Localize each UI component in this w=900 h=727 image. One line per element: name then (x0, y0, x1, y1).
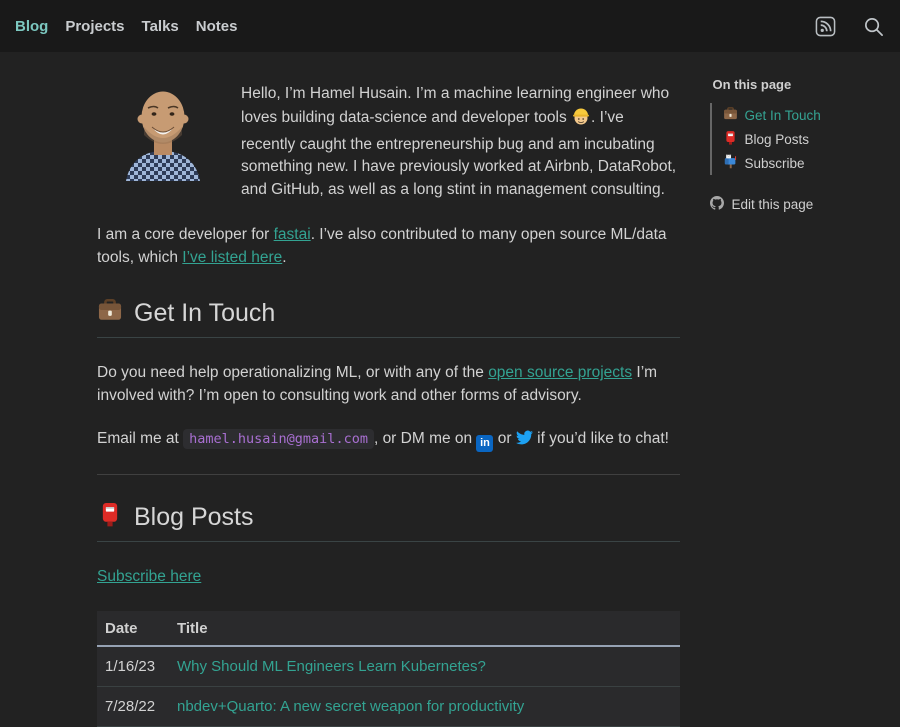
toc-item-label: Blog Posts (744, 132, 809, 147)
heading-text: Blog Posts (134, 503, 254, 532)
col-header-date: Date (97, 611, 169, 646)
blog-posts-table: Date Title 1/16/23 Why Should ML Enginee… (97, 611, 680, 727)
table-row: 7/28/22 nbdev+Quarto: A new secret weapo… (97, 686, 680, 726)
subscribe-here-link[interactable]: Subscribe here (97, 568, 201, 585)
postbox-icon (97, 501, 123, 534)
linkedin-icon[interactable]: in (476, 435, 493, 452)
twitter-icon[interactable] (516, 429, 533, 454)
table-header-row: Date Title (97, 611, 680, 646)
top-navbar: Blog Projects Talks Notes (0, 0, 900, 52)
edit-this-page-link[interactable]: Edit this page (710, 196, 900, 213)
get-in-touch-heading: Get In Touch (97, 297, 680, 338)
construction-worker-emoji (571, 106, 591, 134)
text-segment: , or DM me on (374, 430, 477, 447)
text-segment: Email me at (97, 430, 183, 447)
col-header-title: Title (169, 611, 680, 646)
blog-posts-heading: Blog Posts (97, 501, 680, 542)
nav-item-blog[interactable]: Blog (15, 18, 48, 35)
fastai-link[interactable]: fastai (274, 226, 311, 243)
email-paragraph: Email me at hamel.husain@gmail.com, or D… (97, 428, 680, 454)
search-icon[interactable] (863, 16, 884, 37)
section-divider (97, 474, 680, 475)
github-icon (710, 196, 724, 213)
page-body: Hello, I’m Hamel Husain. I’m a machine l… (0, 52, 900, 727)
subscribe-paragraph: Subscribe here (97, 566, 680, 589)
listed-here-link[interactable]: I’ve listed here (182, 249, 282, 266)
edit-link-label: Edit this page (731, 197, 813, 212)
main-nav: Blog Projects Talks Notes (15, 18, 237, 35)
rss-icon[interactable] (815, 16, 836, 37)
toc-item-label: Get In Touch (744, 108, 820, 123)
toc-item-blog-posts[interactable]: Blog Posts (712, 127, 900, 151)
toc-title: On this page (712, 77, 900, 92)
nav-icons (815, 16, 884, 37)
on-this-page-sidebar: On this page Get In Touch Blog Posts Sub… (710, 52, 900, 727)
text-segment: Do you need help operationalizing ML, or… (97, 364, 488, 381)
text-segment: I am a core developer for (97, 226, 274, 243)
post-title-link[interactable]: Why Should ML Engineers Learn Kubernetes… (177, 658, 486, 675)
post-title-link[interactable]: nbdev+Quarto: A new secret weapon for pr… (177, 698, 524, 715)
briefcase-icon (723, 106, 738, 124)
consulting-paragraph: Do you need help operationalizing ML, or… (97, 362, 680, 408)
core-dev-paragraph: I am a core developer for fastai. I’ve a… (97, 224, 680, 270)
post-date: 7/28/22 (97, 686, 169, 726)
text-segment: or (493, 430, 515, 447)
avatar (118, 83, 208, 181)
nav-item-projects[interactable]: Projects (65, 18, 124, 35)
nav-item-talks[interactable]: Talks (142, 18, 179, 35)
postbox-icon (723, 130, 738, 148)
open-source-projects-link[interactable]: open source projects (488, 364, 632, 381)
toc-item-get-in-touch[interactable]: Get In Touch (712, 103, 900, 127)
toc-item-subscribe[interactable]: Subscribe (712, 151, 900, 175)
toc-item-label: Subscribe (744, 156, 804, 171)
toc-list: Get In Touch Blog Posts Subscribe (710, 103, 900, 175)
intro-section: Hello, I’m Hamel Husain. I’m a machine l… (97, 83, 680, 224)
post-date: 1/16/23 (97, 646, 169, 687)
nav-item-notes[interactable]: Notes (196, 18, 238, 35)
text-segment: if you’d like to chat! (533, 430, 669, 447)
table-row: 1/16/23 Why Should ML Engineers Learn Ku… (97, 646, 680, 687)
email-link[interactable]: hamel.husain@gmail.com (183, 429, 374, 449)
mailbox-icon (723, 154, 738, 172)
briefcase-icon (97, 297, 123, 330)
text-segment: . (282, 249, 286, 266)
main-content: Hello, I’m Hamel Husain. I’m a machine l… (97, 52, 680, 727)
heading-text: Get In Touch (134, 299, 275, 328)
